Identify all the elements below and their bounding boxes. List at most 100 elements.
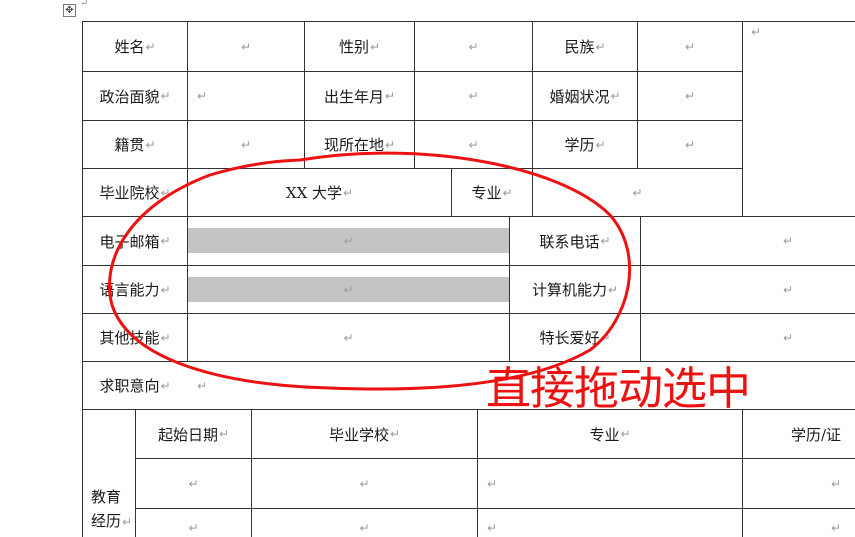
edu-row2-start-cell[interactable]: ↵ [136, 509, 251, 537]
hobby-label-cell: 特长爱好 ↵ [510, 314, 640, 361]
paragraph-mark: ↵ [595, 137, 606, 152]
language-label-cell: 语言能力 ↵ [83, 266, 187, 313]
edu-row1-major-cell[interactable]: ↵ [478, 459, 742, 508]
edu-row1-school-cell[interactable]: ↵ [252, 459, 477, 508]
paragraph-mark: ↵ [684, 137, 696, 152]
paragraph-mark: ↵ [487, 521, 498, 535]
edu-row1-start-cell[interactable]: ↵ [136, 459, 251, 508]
degree-label: 学历 [564, 136, 595, 154]
annotation-text: 直接拖动选中 [486, 362, 751, 415]
paragraph-mark: ↵ [468, 137, 479, 152]
edu-col-degree-label: 学历/证 [791, 425, 842, 444]
paragraph-mark: ↵ [359, 521, 370, 535]
edu-row2-school-cell[interactable]: ↵ [252, 509, 477, 537]
origin-label: 籍贯 [114, 136, 145, 154]
paragraph-mark: ↵ [610, 89, 621, 103]
gender-value-cell[interactable]: ↵ [415, 22, 532, 71]
skills-label-cell: 其他技能 ↵ [83, 314, 187, 361]
paragraph-mark: ↵ [160, 282, 171, 297]
politics-value-cell[interactable]: ↵ [188, 72, 304, 120]
education-label-line2: 经历 [91, 512, 122, 530]
edu-col-degree-header: 学历/证 [743, 410, 855, 458]
location-value-cell[interactable]: ↵ [415, 121, 532, 168]
marital-label: 婚姻状况 [549, 87, 610, 106]
paragraph-mark: ↵ [384, 137, 396, 152]
intent-label-cell: 求职意向 ↵ [83, 362, 187, 409]
gender-label: 性别 [338, 38, 369, 56]
politics-label-cell: 政治面貌 ↵ [83, 72, 187, 120]
paragraph-mark: ↵ [343, 234, 354, 248]
edu-row2-degree-cell[interactable]: ↵ [743, 509, 855, 537]
paragraph-mark: ↵ [468, 89, 479, 103]
paragraph-mark: ↵ [782, 282, 794, 297]
paragraph-mark: ↵ [145, 39, 156, 54]
paragraph-mark: ↵ [369, 39, 381, 54]
paragraph-mark: ↵ [468, 39, 479, 54]
paragraph-mark: ↵ [684, 89, 696, 103]
school-value: XX 大学 [285, 184, 343, 202]
school-value-cell[interactable]: XX 大学 ↵ [188, 169, 451, 216]
language-value-cell[interactable]: ↵ [188, 266, 509, 313]
degree-label-cell: 学历 ↵ [533, 121, 637, 168]
document-page: ✥ ↵ 姓名 ↵ ↵ 性别 ↵ ↵ 民族 ↵ ↵ ↵ 政治面貌 ↵ ↵ 出生年月 ↵ ↵ … [0, 0, 855, 537]
paragraph-mark: ↵ [240, 137, 252, 152]
politics-label: 政治面貌 [99, 87, 160, 106]
ethnicity-label: 民族 [564, 38, 595, 56]
computer-label: 计算机能力 [531, 281, 607, 299]
paragraph-mark: ↵ [197, 378, 208, 393]
paragraph-mark: ↵ [160, 89, 171, 103]
language-label: 语言能力 [99, 281, 160, 299]
paragraph-mark: ↵ [240, 39, 252, 54]
paragraph-mark: ↵ [145, 137, 156, 152]
birth-value-cell[interactable]: ↵ [415, 72, 532, 120]
ethnicity-value-cell[interactable]: ↵ [638, 22, 742, 71]
edu-row1-degree-cell[interactable]: ↵ [743, 459, 855, 508]
paragraph-mark: ↵ [160, 185, 171, 200]
education-label-line1: 教育 [91, 488, 122, 506]
paragraph-mark: ↵ [600, 330, 611, 345]
name-value-cell[interactable]: ↵ [188, 22, 304, 71]
intent-label: 求职意向 [99, 377, 160, 395]
gender-label-cell: 性别 ↵ [305, 22, 414, 71]
paragraph-mark: ↵ [632, 185, 643, 200]
paragraph-mark: ↵ [600, 234, 611, 248]
paragraph-mark: ↵ [188, 521, 199, 535]
paragraph-mark: ↵ [343, 185, 354, 200]
paragraph-mark: ↵ [502, 185, 513, 200]
major-value-cell[interactable]: ↵ [533, 169, 742, 216]
paragraph-mark: ↵ [160, 330, 171, 345]
paragraph-mark: ↵ [782, 234, 794, 248]
edu-row2-major-cell[interactable]: ↵ [478, 509, 742, 537]
paragraph-mark: ↵ [80, 0, 89, 9]
name-label: 姓名 [114, 38, 145, 56]
paragraph-mark: ↵ [122, 515, 133, 529]
phone-value-cell[interactable]: ↵ [641, 217, 855, 265]
skills-value-cell[interactable]: ↵ [188, 314, 509, 361]
major-label-cell: 专业 ↵ [452, 169, 532, 216]
computer-value-cell[interactable]: ↵ [641, 266, 855, 313]
hobby-value-cell[interactable]: ↵ [641, 314, 855, 361]
email-label: 电子邮箱 [99, 232, 160, 251]
paragraph-mark: ↵ [595, 39, 606, 54]
phone-label: 联系电话 [539, 232, 600, 251]
origin-value-cell[interactable]: ↵ [188, 121, 304, 168]
paragraph-mark: ↵ [160, 378, 171, 393]
degree-value-cell[interactable]: ↵ [638, 121, 742, 168]
birth-label: 出生年月 [323, 87, 384, 106]
location-label-cell: 现所在地 ↵ [305, 121, 414, 168]
table-move-handle-icon[interactable]: ✥ [63, 4, 76, 17]
marital-value-cell[interactable]: ↵ [638, 72, 742, 120]
edu-col-major-label: 专业 [589, 425, 620, 444]
paragraph-mark: ↵ [487, 476, 498, 491]
paragraph-mark: ↵ [359, 476, 370, 491]
photo-cell[interactable]: ↵ [743, 22, 855, 216]
paragraph-mark: ↵ [197, 89, 208, 103]
paragraph-mark: ↵ [684, 39, 696, 54]
email-label-cell: 电子邮箱 ↵ [83, 217, 187, 265]
email-value-cell[interactable]: ↵ [188, 217, 509, 265]
marital-label-cell: 婚姻状况 ↵ [533, 72, 637, 120]
birth-label-cell: 出生年月 ↵ [305, 72, 414, 120]
paragraph-mark: ↵ [607, 282, 619, 297]
location-label: 现所在地 [323, 136, 384, 154]
paragraph-mark: ↵ [343, 330, 354, 345]
